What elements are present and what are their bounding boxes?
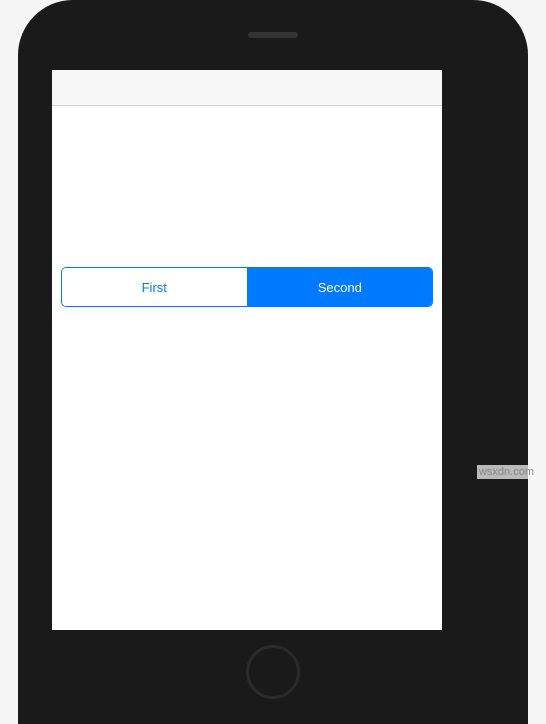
main-content: First Second — [52, 106, 442, 630]
phone-top-bezel — [18, 0, 528, 70]
segmented-control[interactable]: First Second — [61, 267, 433, 307]
navigation-bar — [52, 70, 442, 106]
phone-device-frame: First Second — [18, 0, 528, 724]
home-button[interactable] — [246, 645, 300, 699]
phone-speaker — [248, 32, 298, 38]
phone-screen: First Second — [52, 70, 442, 630]
segment-first-label: First — [142, 280, 167, 295]
segment-first[interactable]: First — [62, 268, 247, 306]
segment-second[interactable]: Second — [247, 268, 433, 306]
phone-bottom-bezel — [18, 630, 528, 724]
segment-second-label: Second — [318, 280, 362, 295]
watermark-text: wsxdn.com — [477, 465, 536, 479]
